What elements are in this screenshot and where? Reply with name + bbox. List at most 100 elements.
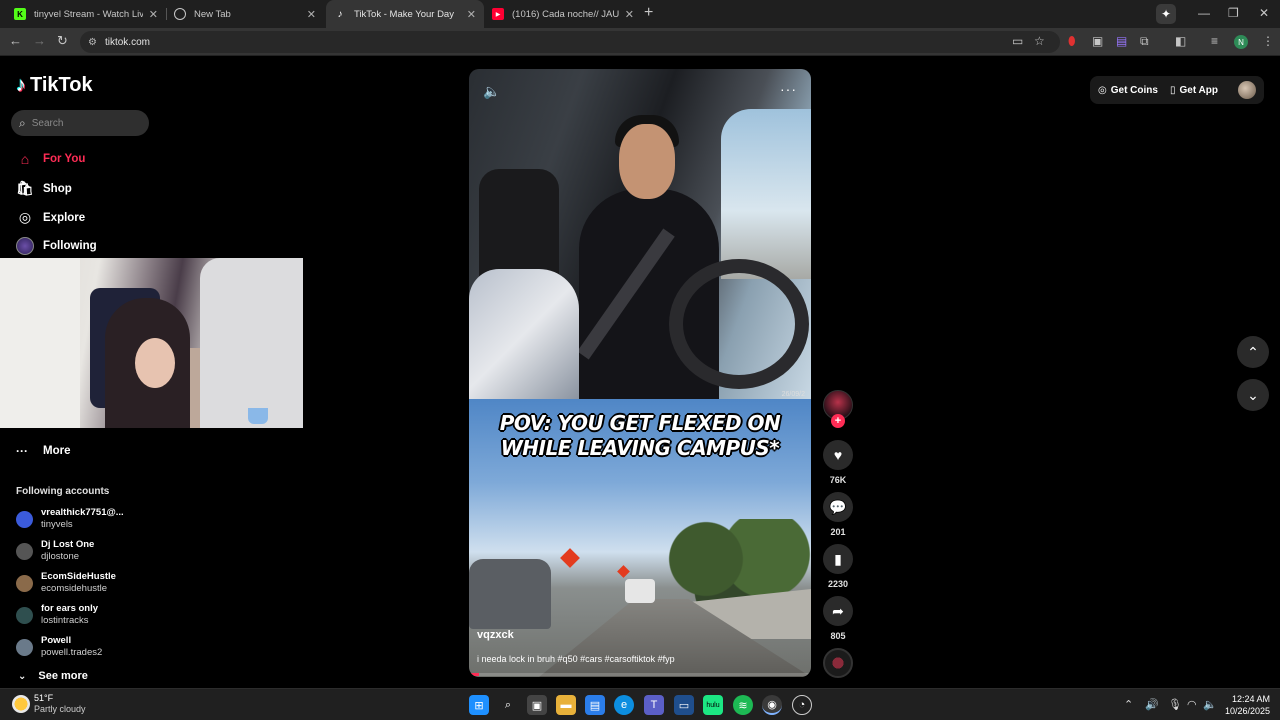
tab-strip: K tinyvel Stream - Watch Live on ✕ New T… — [0, 0, 1280, 28]
following-account[interactable]: Powell powell.trades2 — [16, 635, 102, 659]
tab-kick[interactable]: K tinyvel Stream - Watch Live on ✕ — [6, 0, 166, 28]
get-coins-button[interactable]: ◎ Get Coins — [1098, 85, 1158, 96]
edge-icon[interactable]: e — [614, 695, 634, 715]
url-text: tiktok.com — [104, 36, 150, 48]
previous-video-button[interactable]: ⌃ — [1237, 336, 1269, 368]
follow-plus-icon[interactable]: + — [831, 414, 845, 428]
video-description[interactable]: i needa lock in bruh #q50 #cars #carsoft… — [477, 654, 675, 664]
reload-icon[interactable]: ↻ — [57, 33, 68, 49]
chevron-down-icon: ⌄ — [1247, 386, 1259, 403]
chrome-icon[interactable]: ◉ — [762, 695, 782, 715]
back-icon[interactable]: ← — [9, 33, 22, 48]
close-icon[interactable]: ✕ — [149, 8, 158, 21]
wifi-icon[interactable]: ◠ — [1187, 698, 1197, 711]
extension-gray-icon[interactable]: ▣ — [1092, 34, 1103, 48]
app-circle-icon[interactable]: ◔ — [792, 695, 812, 715]
chevron-down-icon: ⌄ — [18, 670, 27, 682]
following-account[interactable]: for ears only lostintracks — [16, 603, 98, 627]
close-icon[interactable]: ✕ — [467, 8, 476, 21]
clock-date: 10/26/2025 — [1224, 706, 1270, 716]
get-app-button[interactable]: ▯ Get App — [1170, 85, 1218, 96]
profile-avatar[interactable]: N — [1234, 35, 1248, 49]
following-account[interactable]: Dj Lost One djlostone — [16, 539, 94, 563]
sidebar-item-explore[interactable]: ◎ Explore — [16, 209, 85, 226]
cast-icon[interactable]: ▭ — [1012, 34, 1023, 48]
comment-button[interactable]: 💬 201 — [823, 492, 853, 537]
restore-icon[interactable]: ❐ — [1228, 6, 1239, 20]
video-options-icon[interactable]: ··· — [780, 81, 797, 97]
tab-tiktok[interactable]: ♪ TikTok - Make Your Day ✕ — [326, 0, 484, 28]
avatar — [16, 574, 33, 592]
gemini-icon[interactable]: ✦ — [1156, 4, 1176, 24]
system-clock[interactable]: 12:24 AM 10/26/2025 — [1220, 693, 1270, 717]
minimize-icon[interactable]: — — [1198, 6, 1210, 20]
media-controls-icon[interactable]: ≡ — [1211, 34, 1218, 48]
app-icon[interactable]: ▭ — [674, 695, 694, 715]
search-icon[interactable]: ⌕ — [498, 695, 518, 715]
sidebar-item-shop[interactable]: 🛍 Shop — [16, 180, 72, 197]
music-disc-icon[interactable] — [823, 648, 853, 678]
compass-icon: ◎ — [18, 209, 32, 225]
avatar — [16, 638, 33, 656]
video-progress-bar[interactable] — [469, 673, 811, 676]
twitch-extension-icon[interactable]: ▤ — [1116, 34, 1127, 48]
close-icon[interactable]: ✕ — [307, 8, 316, 21]
close-icon[interactable]: ✕ — [625, 8, 634, 21]
steering-wheel — [669, 259, 809, 389]
see-more-button[interactable]: ⌄ See more — [18, 670, 88, 682]
coin-icon: ◎ — [1098, 84, 1107, 96]
volume-icon[interactable]: 🔈 — [1203, 698, 1217, 711]
spotify-icon[interactable]: ≋ — [733, 695, 753, 715]
tab-youtube[interactable]: ▶ (1016) Cada noche// JAURIA SA ✕ — [484, 0, 642, 28]
bag — [469, 269, 579, 399]
bookmark-star-icon[interactable]: ☆ — [1034, 34, 1045, 48]
sidebar-item-for-you[interactable]: ⌂ For You — [16, 151, 86, 167]
teams-icon[interactable]: T — [644, 695, 664, 715]
volume-icon[interactable]: 🔈 — [483, 83, 500, 100]
avatar[interactable] — [1238, 81, 1256, 99]
menu-dots-icon[interactable]: ⋮ — [1262, 34, 1274, 48]
comment-icon: 💬 — [823, 492, 853, 522]
search-icon: ⌕ — [19, 115, 26, 130]
bookmark-icon: ▮ — [823, 544, 853, 574]
tab-new-tab[interactable]: New Tab ✕ — [166, 0, 324, 28]
search-input[interactable]: ⌕ Search — [11, 110, 149, 136]
file-explorer-icon[interactable]: ▬ — [556, 695, 576, 715]
sidebar-item-following[interactable]: Following — [16, 237, 97, 255]
weather-widget[interactable]: 51°F Partly cloudy — [12, 693, 86, 715]
close-window-icon[interactable]: ✕ — [1259, 6, 1269, 20]
video-frame-top — [469, 69, 811, 399]
share-button[interactable]: ➦ 805 — [823, 596, 853, 641]
tab-title: (1016) Cada noche// JAURIA SA — [512, 8, 619, 20]
following-account[interactable]: EcomSideHustle ecomsidehustle — [16, 571, 116, 595]
forward-icon[interactable]: → — [33, 33, 46, 48]
following-account[interactable]: vrealthick7751@... tinyvels — [16, 507, 124, 531]
extension-red-icon[interactable]: ⬮ — [1068, 34, 1076, 49]
hulu-icon[interactable]: hulu — [703, 695, 723, 715]
microphone-icon[interactable]: 🎙 — [1168, 698, 1182, 711]
save-button[interactable]: ▮ 2230 — [823, 544, 853, 589]
store-icon[interactable]: ▤ — [585, 695, 605, 715]
next-video-button[interactable]: ⌄ — [1237, 379, 1269, 411]
tiktok-logo[interactable]: ♪ TikTok — [16, 74, 93, 97]
speaker-icon[interactable]: 🔊 — [1145, 698, 1159, 711]
stream-wall — [0, 258, 80, 428]
sidebar-item-more[interactable]: ··· More — [16, 444, 70, 458]
following-accounts-heading: Following accounts — [16, 486, 110, 497]
like-button[interactable]: ♥ 76K — [823, 440, 853, 485]
tiktok-icon: ♪ — [337, 8, 343, 20]
video-author[interactable]: vqzxck — [477, 629, 514, 641]
chevron-up-icon[interactable]: ⌃ — [1124, 698, 1133, 711]
extensions-puzzle-icon[interactable]: ⧉ — [1140, 34, 1149, 49]
site-info-icon[interactable]: ⚙ — [88, 37, 97, 48]
address-bar[interactable]: ⚙ tiktok.com — [80, 31, 1060, 53]
pip-stream-video[interactable] — [0, 258, 303, 428]
new-tab-button[interactable]: + — [644, 4, 653, 22]
avatar — [16, 510, 33, 528]
side-panel-icon[interactable]: ◧ — [1175, 34, 1186, 48]
video-player[interactable]: 26/09/2 POV: YOU GET FLEXED ON WHILE LEA… — [469, 69, 811, 677]
windows-start-icon[interactable]: ⊞ — [469, 695, 489, 715]
task-view-icon[interactable]: ▣ — [527, 695, 547, 715]
sidebar-item-label: Shop — [43, 182, 72, 195]
car-window — [721, 109, 811, 279]
